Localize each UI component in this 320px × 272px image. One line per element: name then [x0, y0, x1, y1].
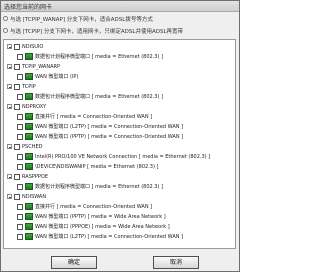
tree-item[interactable]: 数据包计划程序微型端口 [ media = Ethernet (802.3) ]: [17, 183, 163, 190]
radio-option-wanarp[interactable]: 与选 [TCPIP_WANAP] 分支下网卡，适合ADSL拨号等方式: [3, 14, 153, 23]
checkbox[interactable]: [17, 73, 23, 80]
collapse-icon[interactable]: [7, 44, 12, 49]
tree-group[interactable]: TCPIP_WANARP: [7, 63, 60, 70]
tree-group[interactable]: PSCHED: [7, 143, 42, 150]
checkbox[interactable]: [17, 213, 23, 220]
checkbox[interactable]: [17, 53, 23, 60]
network-adapter-icon: [25, 113, 33, 120]
checkbox[interactable]: [14, 143, 20, 150]
network-adapter-icon: [25, 223, 33, 230]
tree-item-label: WAN 微型端口 (L2TP) [ media = Connection-Ori…: [35, 234, 184, 240]
network-adapter-icon: [25, 203, 33, 210]
ok-button[interactable]: 确定: [51, 256, 97, 269]
checkbox[interactable]: [17, 153, 23, 160]
window-title: 选择您当前的网卡: [4, 3, 53, 11]
collapse-icon[interactable]: [7, 64, 12, 69]
tree-group-label: NDISWAN: [22, 193, 47, 200]
network-adapter-dialog: 选择您当前的网卡 与选 [TCPIP_WANAP] 分支下网卡，适合ADSL拨号…: [0, 0, 240, 272]
radio-option-tcpip[interactable]: 与选 [TCPIP] 分支下网卡，适用网卡，只绑定ADSL并使用ADSL再宽带: [3, 26, 183, 35]
checkbox[interactable]: [17, 223, 23, 230]
collapse-icon[interactable]: [7, 194, 12, 199]
checkbox[interactable]: [14, 83, 20, 90]
tree-item[interactable]: Intel(R) PRO/100 VE Network Connection […: [17, 153, 210, 160]
tree-item[interactable]: WAN 微型端口 (L2TP) [ media = Connection-Ori…: [17, 123, 183, 130]
tree-item-label: Intel(R) PRO/100 VE Network Connection […: [35, 153, 211, 160]
checkbox[interactable]: [17, 203, 23, 210]
tree-group-label: TCPIP: [22, 83, 36, 90]
tree-item[interactable]: WAN 微型端口 (PPTP) [ media = Connection-Ori…: [17, 133, 183, 140]
tree-group-label: NDPROXY: [22, 103, 47, 110]
network-adapter-icon: [25, 73, 33, 80]
checkbox[interactable]: [17, 233, 23, 240]
network-adapter-icon: [25, 153, 33, 160]
collapse-icon[interactable]: [7, 144, 12, 149]
radio-option-label: 与选 [TCPIP] 分支下网卡，适用网卡，只绑定ADSL并使用ADSL再宽带: [10, 28, 184, 35]
adapter-tree[interactable]: NDISUIO 数据包计划程序微型端口 [ media = Ethernet (8…: [3, 39, 236, 249]
network-adapter-icon: [25, 93, 33, 100]
checkbox[interactable]: [17, 113, 23, 120]
network-adapter-icon: [25, 163, 33, 170]
tree-item[interactable]: WAN 微型端口 (PPPOE) [ media = Wide Area Net…: [17, 223, 170, 230]
tree-item[interactable]: WAN 微型端口 (PPTP) [ media = Wide Area Netw…: [17, 213, 166, 220]
tree-item-label: 数据包计划程序微型端口 [ media = Ethernet (802.3) ]: [35, 184, 163, 190]
tree-group-label: TCPIP_WANARP: [22, 63, 60, 70]
tree-item-label: WAN 微型端口 (PPPOE) [ media = Wide Area Net…: [35, 224, 170, 230]
tree-item[interactable]: \DEVICE\NDISWANIP [ media = Ethernet (80…: [17, 163, 158, 170]
tree-item-label: 直接并行 [ media = Connection-Oriented WAN ]: [35, 114, 153, 120]
tree-group[interactable]: NDPROXY: [7, 103, 46, 110]
tree-item[interactable]: 数据包计划程序微型端口 [ media = Ethernet (802.3) ]: [17, 93, 163, 100]
checkbox[interactable]: [14, 63, 20, 70]
tree-item-label: WAN 微型端口 (PPTP) [ media = Connection-Ori…: [35, 134, 184, 140]
network-adapter-icon: [25, 213, 33, 220]
checkbox[interactable]: [14, 103, 20, 110]
dialog-footer: 确定 取消: [1, 251, 239, 271]
tree-item-label: 直接并行 [ media = Connection-Oriented WAN ]: [35, 204, 153, 210]
tree-item-label: WAN 微型端口 (IP): [35, 74, 79, 80]
collapse-icon[interactable]: [7, 104, 12, 109]
tree-group-label: PSCHED: [22, 143, 43, 150]
network-adapter-icon: [25, 233, 33, 240]
collapse-icon[interactable]: [7, 174, 12, 179]
network-adapter-icon: [25, 183, 33, 190]
checkbox[interactable]: [14, 173, 20, 180]
tree-group[interactable]: NDISUIO: [7, 43, 43, 50]
tree-group-label: RASPPPOE: [22, 173, 49, 180]
tree-item[interactable]: WAN 微型端口 (L2TP) [ media = Connection-Ori…: [17, 233, 183, 240]
tree-item[interactable]: 直接并行 [ media = Connection-Oriented WAN ]: [17, 113, 152, 120]
radio-button[interactable]: [3, 28, 8, 33]
tree-item-label: WAN 微型端口 (PPTP) [ media = Wide Area Netw…: [35, 214, 166, 220]
checkbox[interactable]: [17, 123, 23, 130]
tree-group-label: NDISUIO: [22, 43, 44, 50]
tree-item[interactable]: 直接并行 [ media = Connection-Oriented WAN ]: [17, 203, 152, 210]
network-adapter-icon: [25, 133, 33, 140]
network-adapter-icon: [25, 53, 33, 60]
radio-button[interactable]: [3, 16, 8, 21]
tree-item[interactable]: 数据包计划程序微型端口 [ media = Ethernet (802.3) ]: [17, 53, 163, 60]
checkbox[interactable]: [14, 43, 20, 50]
radio-option-label: 与选 [TCPIP_WANAP] 分支下网卡，适合ADSL拨号等方式: [10, 16, 153, 23]
tree-item-label: WAN 微型端口 (L2TP) [ media = Connection-Ori…: [35, 124, 184, 130]
checkbox[interactable]: [14, 193, 20, 200]
tree-item-label: \DEVICE\NDISWANIP [ media = Ethernet (80…: [35, 163, 159, 170]
checkbox[interactable]: [17, 133, 23, 140]
network-adapter-icon: [25, 123, 33, 130]
tree-item-label: 数据包计划程序微型端口 [ media = Ethernet (802.3) ]: [35, 54, 163, 60]
cancel-button[interactable]: 取消: [153, 256, 199, 269]
collapse-icon[interactable]: [7, 84, 12, 89]
tree-item-label: 数据包计划程序微型端口 [ media = Ethernet (802.3) ]: [35, 94, 163, 100]
checkbox[interactable]: [17, 163, 23, 170]
window-titlebar: 选择您当前的网卡: [1, 1, 239, 12]
tree-group[interactable]: RASPPPOE: [7, 173, 48, 180]
checkbox[interactable]: [17, 93, 23, 100]
tree-group[interactable]: NDISWAN: [7, 193, 46, 200]
tree-group[interactable]: TCPIP: [7, 83, 36, 90]
checkbox[interactable]: [17, 183, 23, 190]
tree-item[interactable]: WAN 微型端口 (IP): [17, 73, 78, 80]
